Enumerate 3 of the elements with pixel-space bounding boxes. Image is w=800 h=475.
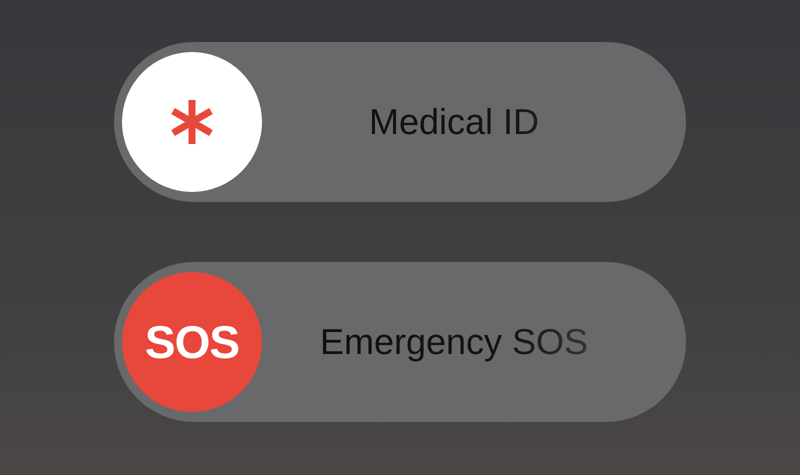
slide-track[interactable]: Medical ID (114, 42, 686, 202)
slide-track[interactable]: SOS Emergency SOS (114, 262, 686, 422)
slider-knob[interactable]: SOS (122, 272, 262, 412)
